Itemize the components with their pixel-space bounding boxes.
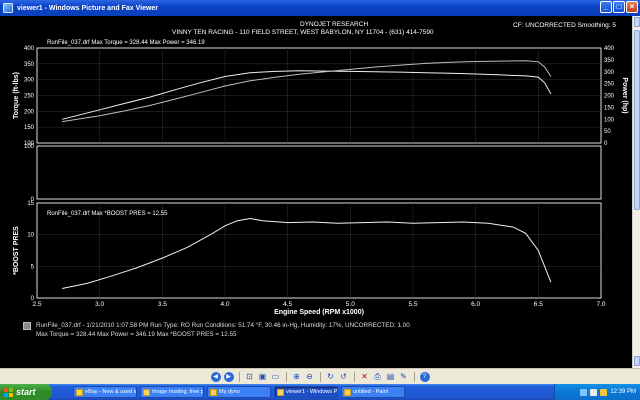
series-line--boost-pres <box>62 217 552 289</box>
y2-tick-label: 200 <box>604 94 615 100</box>
toolbar-divider <box>413 371 415 382</box>
x-tick-label: 4.0 <box>220 301 229 308</box>
start-label: start <box>16 387 36 397</box>
x-tick-label: 2.5 <box>32 301 41 308</box>
y-tick-label: 15 <box>27 201 34 207</box>
x-tick-label: 7.0 <box>596 301 605 308</box>
delete-icon[interactable]: ✕ <box>360 372 370 382</box>
y-tick-label: 10 <box>27 233 34 239</box>
security-icon[interactable] <box>600 388 608 396</box>
scroll-up-icon[interactable] <box>634 17 640 27</box>
y-tick-label: 5 <box>31 264 35 270</box>
y2-tick-label: 400 <box>604 46 615 52</box>
ie-icon <box>143 388 150 396</box>
close-button[interactable]: × <box>626 1 638 13</box>
minimize-button[interactable]: _ <box>600 1 612 13</box>
rotate-cw-icon[interactable]: ↻ <box>326 372 336 382</box>
x-tick-label: 6.0 <box>471 301 480 308</box>
y2-tick-label: 150 <box>604 105 615 111</box>
y2-tick-label: 250 <box>604 82 615 88</box>
x-tick-label: 3.0 <box>95 301 104 308</box>
power-axis-label: Power (hp) <box>621 77 628 113</box>
system-tray: 12:39 PM <box>554 384 640 400</box>
start-button[interactable]: start <box>0 384 52 400</box>
toolbar-divider <box>353 371 355 382</box>
save-icon[interactable]: ▤ <box>386 372 396 382</box>
y2-tick-label: 0 <box>604 141 608 147</box>
taskbar: start eBay - New & used el... Image host… <box>0 384 640 400</box>
plot-frame <box>36 145 602 200</box>
dyno-header-right: CF: UNCORRECTED Smoothing: 5 <box>513 22 616 29</box>
run-swatch <box>23 322 31 330</box>
dyno-header-address: VINNY TEN RACING - 110 FIELD STREET, WES… <box>172 29 434 36</box>
x-tick-label: 6.5 <box>534 301 543 308</box>
x-tick-label: 4.5 <box>283 301 292 308</box>
picture-viewer-icon <box>3 3 13 13</box>
toolbar-divider <box>285 371 287 382</box>
toolbar-divider <box>319 371 321 382</box>
y-tick-label: 250 <box>24 94 35 100</box>
x-tick-label: 5.5 <box>408 301 417 308</box>
vertical-scrollbar[interactable] <box>632 16 640 368</box>
x-tick-label: 3.5 <box>158 301 167 308</box>
maximize-button[interactable]: □ <box>613 1 625 13</box>
x-tick-label: 5.0 <box>346 301 355 308</box>
taskbar-item-my-dyno[interactable]: My dyno <box>207 386 271 398</box>
taskbar-item-image-hosting[interactable]: Image hosting, free p... <box>140 386 204 398</box>
help-icon[interactable]: ? <box>419 371 430 382</box>
y-tick-label: 350 <box>24 62 35 68</box>
volume-icon[interactable] <box>590 388 598 396</box>
window-titlebar[interactable]: viewer1 - Windows Picture and Fax Viewer… <box>0 0 640 16</box>
next-icon[interactable]: ▶ <box>223 371 234 382</box>
zoom-in-icon[interactable]: ⊕ <box>292 372 302 382</box>
boost-axis-label: *BOOST PRES <box>13 226 20 275</box>
plot-frame <box>36 202 602 299</box>
toolbar-divider <box>238 371 240 382</box>
slideshow-icon[interactable]: ▭ <box>271 372 281 382</box>
y-tick-label: 200 <box>24 109 35 115</box>
dyno-header-company: DYNOJET RESEARCH <box>300 21 369 28</box>
dyno-chart: 100 150 200 250 300 350 400 0 50 100 150 200 250 300 3… <box>13 46 628 316</box>
y2-tick-label: 100 <box>604 117 615 123</box>
viewer-toolbar: ◀ ▶ ⊡ ▣ ▭ ⊕ ⊖ ↻ ↺ ✕ ⎙ ▤ ✎ ? <box>0 368 640 384</box>
windows-logo-icon <box>4 387 13 397</box>
edit-icon[interactable]: ✎ <box>399 372 409 382</box>
taskbar-item-ebay[interactable]: eBay - New & used el... <box>73 386 137 398</box>
zoom-out-icon[interactable]: ⊖ <box>305 372 315 382</box>
clock: 12:39 PM <box>610 389 636 395</box>
folder-icon <box>210 388 217 396</box>
y2-tick-label: 350 <box>604 58 615 64</box>
best-fit-icon[interactable]: ⊡ <box>245 372 255 382</box>
window-title: viewer1 - Windows Picture and Fax Viewer <box>17 4 159 12</box>
picture-viewer-icon <box>277 388 284 396</box>
torque-axis-label: Torque (ft-lbs) <box>13 72 20 119</box>
torque-legend: RunFile_037.drf Max Torque = 328.44 Max … <box>47 40 205 46</box>
paint-icon <box>344 388 351 396</box>
y2-tick-label: 50 <box>604 129 611 135</box>
y-tick-label: 300 <box>24 78 35 84</box>
scroll-down-icon[interactable] <box>634 356 640 366</box>
run-info-line1: RunFile_037.drf - 1/21/2010 1:07:58 PM R… <box>36 322 410 329</box>
taskbar-item-viewer[interactable]: viewer1 - Windows Pi... <box>274 386 338 398</box>
y2-tick-label: 300 <box>604 70 615 76</box>
rotate-ccw-icon[interactable]: ↺ <box>339 372 349 382</box>
taskbar-item-paint[interactable]: untitled - Paint <box>341 386 405 398</box>
previous-icon[interactable]: ◀ <box>210 371 221 382</box>
ie-icon <box>76 388 83 396</box>
run-info-line2: Max Torque = 328.44 Max Power = 346.19 M… <box>36 331 237 338</box>
x-axis-label: Engine Speed (RPM x1000) <box>274 309 364 316</box>
y-tick-label: 150 <box>24 125 35 131</box>
series-line-power <box>62 60 552 123</box>
scrollbar-thumb[interactable] <box>634 30 640 210</box>
actual-size-icon[interactable]: ▣ <box>258 372 268 382</box>
y-tick-label: 100 <box>24 144 35 150</box>
boost-legend: RunFile_037.drf Max *BOOST PRES = 12.55 <box>47 211 168 217</box>
network-icon[interactable] <box>580 388 588 396</box>
y-tick-label: 400 <box>24 46 35 52</box>
series-line-torque <box>61 70 552 120</box>
print-icon[interactable]: ⎙ <box>373 372 383 382</box>
